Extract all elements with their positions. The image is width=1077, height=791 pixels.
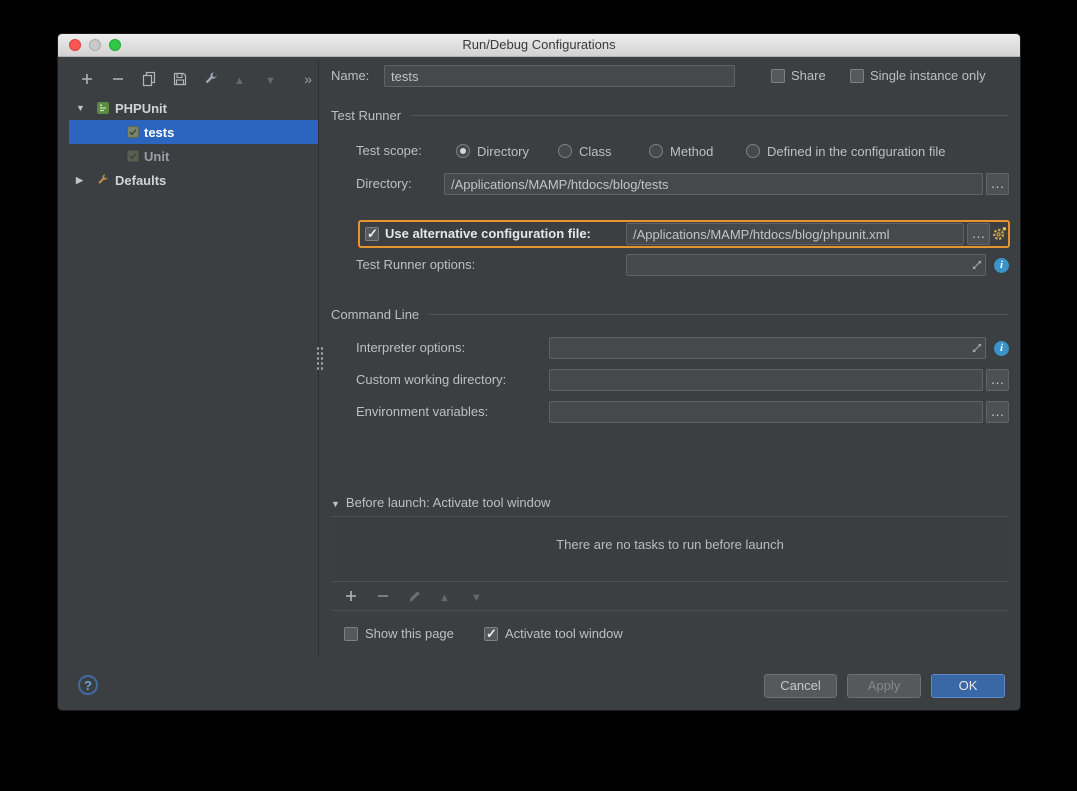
alt-config-checkbox[interactable] xyxy=(365,226,379,242)
tree-node-phpunit[interactable]: PHPUnit xyxy=(69,96,318,120)
test-runner-options-info-icon[interactable]: i xyxy=(994,258,1009,273)
test-scope-label: Test scope: xyxy=(356,143,422,158)
apply-button[interactable]: Apply xyxy=(847,674,921,698)
cancel-button[interactable]: Cancel xyxy=(764,674,837,698)
tree-node-label: Defaults xyxy=(115,172,167,188)
remove-configuration-icon[interactable] xyxy=(110,71,126,87)
single-instance-checkbox[interactable] xyxy=(850,69,864,83)
share-checkbox[interactable] xyxy=(771,69,785,83)
alt-config-input[interactable] xyxy=(626,223,964,245)
test-runner-options-input[interactable] xyxy=(626,254,986,276)
radio-icon[interactable] xyxy=(456,144,470,158)
before-launch-header[interactable]: Before launch: Activate tool window xyxy=(331,491,551,513)
tree-node-label: tests xyxy=(144,124,175,140)
save-configuration-icon[interactable] xyxy=(172,71,188,87)
test-configuration-icon xyxy=(127,150,139,162)
scope-option-directory[interactable]: Directory xyxy=(456,140,529,162)
activate-tool-window-checkbox[interactable] xyxy=(484,626,498,642)
copy-configuration-icon[interactable] xyxy=(141,71,157,87)
collapse-arrow-icon[interactable] xyxy=(331,495,340,510)
collapse-arrow-icon[interactable] xyxy=(76,103,86,113)
add-task-icon[interactable] xyxy=(343,588,359,604)
custom-working-directory-label: Custom working directory: xyxy=(356,372,507,387)
tree-node-label: PHPUnit xyxy=(115,100,167,116)
show-this-page-checkbox[interactable] xyxy=(344,627,358,641)
environment-variables-input[interactable] xyxy=(549,401,983,423)
expand-arrow-icon[interactable] xyxy=(76,175,86,186)
interpreter-options-input[interactable] xyxy=(549,337,986,359)
move-down-icon[interactable] xyxy=(265,71,281,87)
command-line-section-header: Command Line xyxy=(331,303,1009,325)
tree-node-label: Unit xyxy=(144,148,170,164)
name-label: Name: xyxy=(331,68,370,83)
interpreter-options-label: Interpreter options: xyxy=(356,340,466,355)
radio-label: Method xyxy=(670,143,714,159)
section-title: Command Line xyxy=(331,306,420,322)
defaults-wrench-icon xyxy=(98,174,108,184)
remove-task-icon[interactable] xyxy=(375,588,391,604)
directory-label: Directory: xyxy=(356,176,412,191)
configurations-tree: PHPUnit tests Unit Defaults xyxy=(69,96,318,192)
radio-label: Defined in the configuration file xyxy=(767,143,946,159)
alt-config-label: Use alternative configuration file: xyxy=(385,226,591,241)
environment-variables-label: Environment variables: xyxy=(356,404,489,419)
directory-browse-button[interactable]: … xyxy=(986,173,1009,195)
before-launch-label: Before launch: Activate tool window xyxy=(345,494,551,510)
help-button[interactable]: ? xyxy=(78,675,98,695)
show-this-page-label: Show this page xyxy=(365,626,454,641)
interpreter-options-fieldwrap xyxy=(549,337,986,359)
ok-button[interactable]: OK xyxy=(931,674,1005,698)
expand-field-icon[interactable] xyxy=(971,342,983,354)
custom-working-directory-input[interactable] xyxy=(549,369,983,391)
test-configuration-icon xyxy=(127,126,139,138)
test-runner-section-header: Test Runner xyxy=(331,104,1009,126)
expand-field-icon[interactable] xyxy=(971,259,983,271)
move-task-up-icon[interactable] xyxy=(439,588,455,604)
radio-icon[interactable] xyxy=(649,144,663,158)
radio-label: Directory xyxy=(477,143,530,159)
section-title: Test Runner xyxy=(331,107,402,123)
window-title: Run/Debug Configurations xyxy=(462,37,616,52)
edit-defaults-wrench-icon[interactable] xyxy=(203,71,219,87)
toolbar-overflow-chevron-icon[interactable]: » xyxy=(304,71,312,87)
radio-icon[interactable] xyxy=(558,144,572,158)
before-launch-toolbar xyxy=(331,582,1009,611)
name-input[interactable] xyxy=(384,65,735,87)
move-task-down-icon[interactable] xyxy=(471,588,487,604)
activate-tool-window-label: Activate tool window xyxy=(505,626,623,641)
run-debug-configurations-dialog: Run/Debug Configurations » PHPUnit tests xyxy=(57,33,1021,711)
scope-option-method[interactable]: Method xyxy=(649,140,713,162)
add-configuration-icon[interactable] xyxy=(79,71,95,87)
alt-config-highlight-box: Use alternative configuration file: … xyxy=(358,220,1010,248)
alt-config-settings-gear-icon[interactable] xyxy=(991,226,1007,242)
section-divider xyxy=(429,313,1009,315)
scope-option-class[interactable]: Class xyxy=(558,140,612,162)
alt-config-browse-button[interactable]: … xyxy=(967,223,990,245)
custom-working-directory-browse-button[interactable]: … xyxy=(986,369,1009,391)
radio-label: Class xyxy=(579,143,612,159)
tree-node-defaults[interactable]: Defaults xyxy=(69,168,318,192)
tree-node-tests[interactable]: tests xyxy=(69,120,318,144)
interpreter-options-info-icon[interactable]: i xyxy=(994,341,1009,356)
scope-option-defined-in-config[interactable]: Defined in the configuration file xyxy=(746,140,946,162)
tree-node-unit[interactable]: Unit xyxy=(69,144,318,168)
test-runner-options-fieldwrap xyxy=(626,254,986,276)
test-runner-options-label: Test Runner options: xyxy=(356,257,476,272)
title-bar[interactable]: Run/Debug Configurations xyxy=(58,34,1020,57)
edit-task-pencil-icon[interactable] xyxy=(407,588,423,604)
splitter-handle[interactable] xyxy=(316,346,324,372)
no-tasks-message: There are no tasks to run before launch xyxy=(556,537,784,552)
sidebar-toolbar: » xyxy=(69,60,318,90)
before-launch-task-list: There are no tasks to run before launch xyxy=(331,516,1009,582)
move-up-icon[interactable] xyxy=(234,71,250,87)
single-instance-label: Single instance only xyxy=(870,68,986,83)
share-label: Share xyxy=(791,68,826,83)
phpunit-icon xyxy=(97,102,109,114)
radio-icon[interactable] xyxy=(746,144,760,158)
environment-variables-browse-button[interactable]: … xyxy=(986,401,1009,423)
section-divider xyxy=(411,114,1009,116)
configurations-sidebar: » PHPUnit tests Unit Defaults xyxy=(69,60,319,656)
directory-input[interactable] xyxy=(444,173,983,195)
